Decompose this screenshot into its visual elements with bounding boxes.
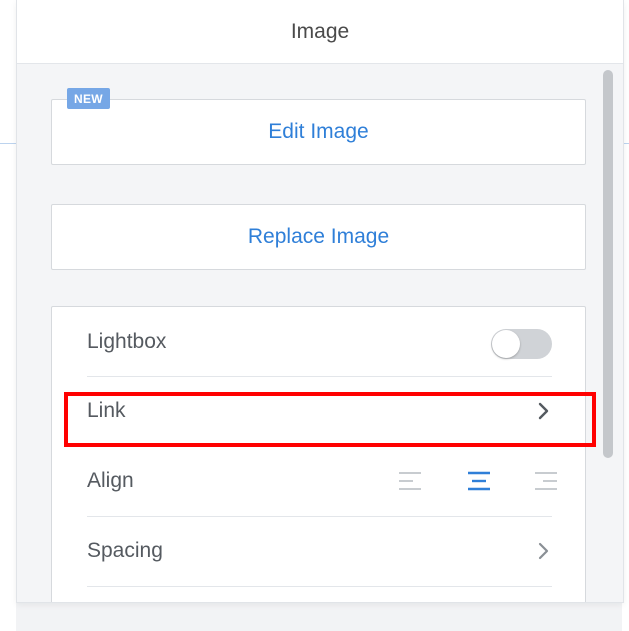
- chevron-right-icon[interactable]: [537, 401, 551, 421]
- canvas-guide-line-left: [0, 143, 16, 144]
- panel-title: Image: [290, 19, 350, 43]
- setting-row-link[interactable]: Link: [87, 377, 587, 445]
- edit-image-button[interactable]: Edit Image: [51, 99, 586, 165]
- spacing-label: Spacing: [87, 539, 163, 562]
- image-settings-panel: Image Edit Image NEW Replace Image Light…: [16, 0, 624, 603]
- align-center-icon[interactable]: [467, 470, 491, 492]
- lightbox-toggle[interactable]: [491, 329, 552, 359]
- lightbox-label: Lightbox: [87, 330, 167, 353]
- page-background-left: [0, 0, 16, 631]
- row-divider: [87, 586, 552, 587]
- align-left-icon[interactable]: [398, 470, 422, 492]
- panel-header: Image: [17, 0, 623, 64]
- align-right-icon[interactable]: [534, 470, 558, 492]
- toggle-knob: [492, 330, 520, 358]
- new-badge: NEW: [67, 88, 110, 109]
- settings-list: Lightbox Link Align Spacing: [51, 306, 587, 602]
- link-label: Link: [87, 399, 126, 422]
- align-label: Align: [87, 469, 134, 492]
- setting-row-spacing[interactable]: Spacing: [87, 517, 587, 585]
- vertical-scrollbar[interactable]: [603, 70, 613, 458]
- setting-row-lightbox: Lightbox: [87, 308, 587, 376]
- chevron-right-icon[interactable]: [537, 541, 551, 561]
- replace-image-button[interactable]: Replace Image: [51, 204, 586, 270]
- setting-row-align: Align: [87, 447, 587, 515]
